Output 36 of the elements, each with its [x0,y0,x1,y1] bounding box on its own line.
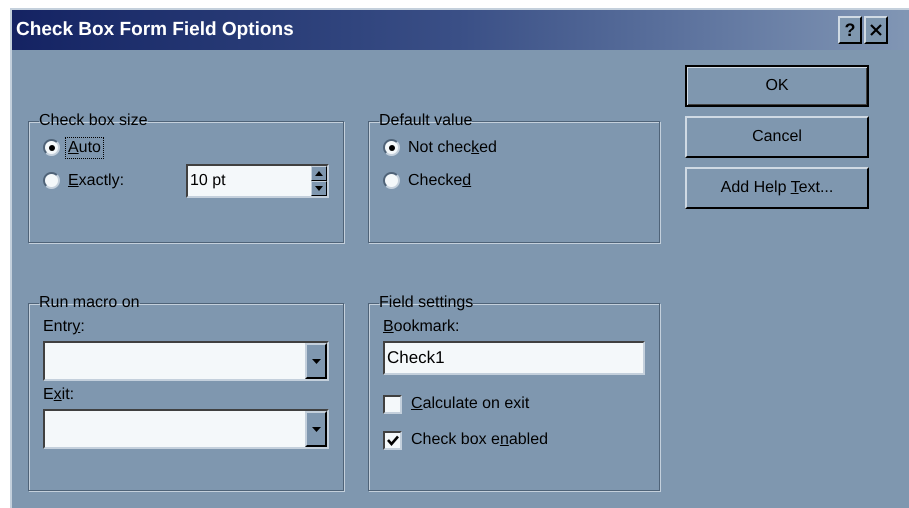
caret-icon [312,358,320,364]
group-title: Default value [379,111,472,131]
field-label: Entry: [43,317,86,337]
checkbox[interactable] [383,430,402,450]
field-label: Exit: [43,385,76,405]
dialog-button[interactable]: Cancel [685,116,869,158]
caret-icon [312,426,320,432]
dropdown-field[interactable] [43,341,329,381]
field-label: Bookmark: [383,317,460,337]
dropdown-button[interactable] [305,343,327,379]
group-title: Run macro on [39,293,140,313]
radio-label: Exactly: [67,170,126,190]
dropdown-field[interactable] [43,409,329,449]
help-button[interactable]: ? [838,16,862,44]
radio-label: Not checked [407,138,498,158]
radio-button[interactable] [43,172,60,189]
radio-button[interactable] [383,139,400,156]
close-icon [870,24,882,36]
close-button[interactable] [864,16,888,44]
checkbox-label: Calculate on exit [411,394,530,414]
spin-buttons[interactable] [311,166,327,196]
spin-field[interactable]: 10 pt [186,164,329,198]
dropdown-button[interactable] [305,411,327,447]
radio-button[interactable] [43,139,60,156]
radio-button[interactable] [383,172,400,189]
checkbox[interactable] [383,394,402,414]
bookmark-field[interactable]: Check1 [383,341,645,375]
check-icon [386,434,398,446]
radio-label: Auto [66,138,103,158]
group-title: Field settings [379,293,474,313]
checkbox-label: Check box enabled [411,430,548,450]
dialog-button[interactable]: Add Help Text... [685,167,869,209]
group-title: Check box size [39,111,148,131]
dialog-button[interactable]: OK [685,65,869,107]
radio-label: Checked [407,170,472,190]
window-title: Check Box Form Field Options [16,18,295,42]
